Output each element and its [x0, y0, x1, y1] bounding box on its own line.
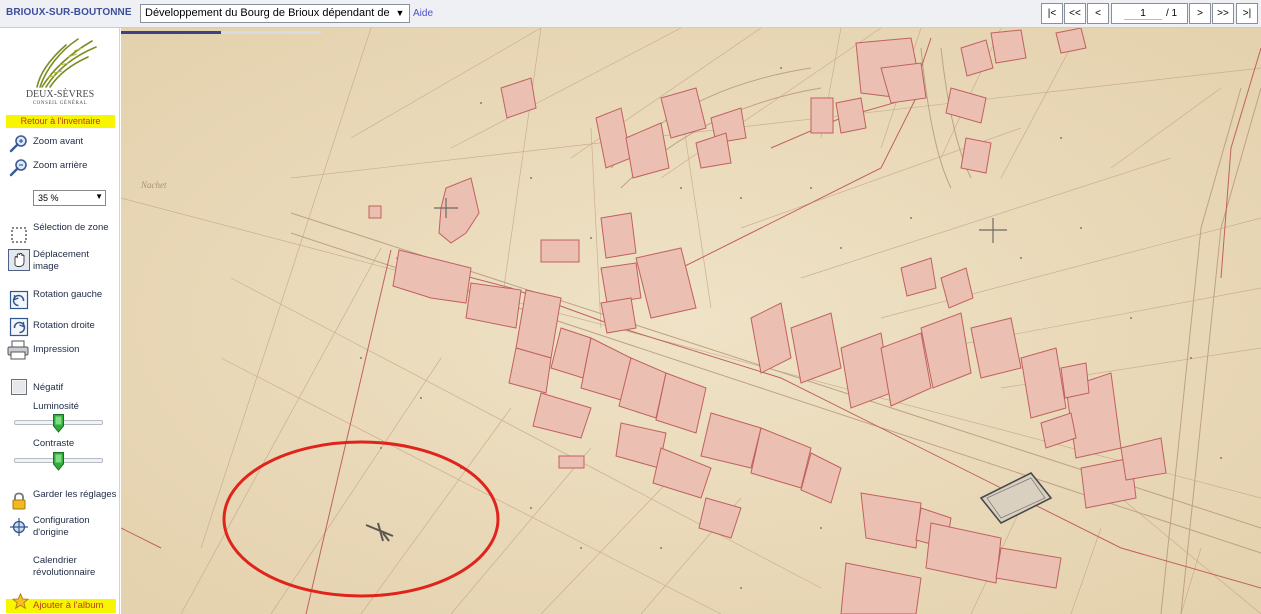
revolutionary-calendar-button[interactable]: Calendrier révolutionnaire — [0, 555, 120, 581]
reset-crosshair-icon — [10, 518, 28, 536]
magnifier-plus-icon — [9, 135, 27, 153]
zoom-level-value: 35 % — [38, 193, 59, 203]
image-load-progress — [121, 31, 321, 34]
page-total: / 1 — [1166, 8, 1178, 19]
previous-page-button[interactable]: < — [1087, 3, 1109, 24]
map-viewport[interactable]: Nachet — [121, 28, 1261, 614]
reset-settings-button[interactable]: Configuration d'origine — [0, 514, 120, 540]
document-select[interactable]: Développement du Bourg de Brioux dépenda… — [140, 4, 410, 23]
top-toolbar: BRIOUX-SUR-BOUTONNE Développement du Bou… — [0, 0, 1261, 28]
previous-fast-button[interactable]: << — [1064, 3, 1086, 24]
chevron-down-icon: ▼ — [95, 192, 103, 201]
cadastre-viewer-app: BRIOUX-SUR-BOUTONNE Développement du Bou… — [0, 0, 1261, 614]
keep-settings-button[interactable]: Garder les réglages — [0, 488, 120, 514]
last-page-button[interactable]: >| — [1236, 3, 1258, 24]
negative-label: Négatif — [33, 382, 64, 393]
star-icon — [12, 593, 29, 610]
padlock-icon — [12, 492, 26, 510]
logo-subtitle: CONSEIL GÉNÉRAL — [32, 101, 88, 106]
rotate-left-icon — [9, 290, 29, 310]
rotate-right-icon — [9, 317, 29, 337]
reset-settings-label: Configuration d'origine — [33, 515, 90, 538]
rotate-right-button[interactable]: Rotation droite — [0, 317, 120, 338]
first-page-button[interactable]: |< — [1041, 3, 1063, 24]
document-select-value: Développement du Bourg de Brioux dépenda… — [145, 7, 390, 19]
selection-marquee-icon — [11, 227, 27, 243]
next-page-button[interactable]: > — [1189, 3, 1211, 24]
site-title: BRIOUX-SUR-BOUTONNE — [6, 7, 132, 18]
rotate-left-label: Rotation gauche — [33, 289, 103, 300]
next-fast-button[interactable]: >> — [1212, 3, 1234, 24]
chevron-down-icon: ▼ — [391, 5, 409, 22]
checkbox-icon[interactable] — [11, 379, 27, 395]
hand-icon — [8, 249, 30, 271]
pan-image-label: Déplacement image — [33, 249, 89, 272]
image-load-progress-fill — [121, 31, 221, 34]
logo-name: DEUX-SÈVRES — [25, 89, 95, 100]
deux-sevres-logo: DEUX-SÈVRES CONSEIL GÉNÉRAL — [22, 37, 98, 111]
add-to-album-button[interactable]: Ajouter à l'album — [6, 593, 116, 613]
brightness-slider-thumb[interactable] — [53, 414, 64, 433]
brightness-label: Luminosité — [33, 401, 79, 412]
page-number-input[interactable] — [1124, 7, 1162, 20]
negative-toggle[interactable]: Négatif — [0, 379, 120, 397]
tool-sidebar: DEUX-SÈVRES CONSEIL GÉNÉRAL Retour à l'i… — [0, 28, 120, 614]
select-zone-button[interactable]: Sélection de zone — [0, 221, 120, 247]
printer-icon — [7, 340, 29, 360]
print-label: Impression — [33, 344, 80, 355]
zoom-out-button[interactable]: Zoom arrière — [0, 158, 120, 178]
map-annotation: Nachet — [140, 180, 167, 190]
zoom-out-label: Zoom arrière — [33, 160, 88, 171]
page-indicator: / 1 — [1111, 3, 1188, 24]
add-to-album-label: Ajouter à l'album — [33, 600, 104, 611]
keep-settings-label: Garder les réglages — [33, 489, 117, 500]
contrast-slider-thumb[interactable] — [53, 452, 64, 471]
pan-image-button[interactable]: Déplacement image — [0, 248, 120, 274]
help-link[interactable]: Aide — [413, 8, 433, 19]
cadastral-map-image[interactable]: Nachet — [121, 28, 1261, 614]
zoom-level-select[interactable]: 35 % ▼ — [33, 190, 106, 206]
magnifier-minus-icon — [9, 159, 27, 177]
print-button[interactable]: Impression — [0, 340, 120, 362]
rotate-right-label: Rotation droite — [33, 320, 95, 331]
rotate-left-button[interactable]: Rotation gauche — [0, 288, 120, 314]
back-to-inventory-link[interactable]: Retour à l'inventaire — [6, 115, 115, 128]
zoom-in-label: Zoom avant — [33, 136, 84, 147]
zoom-in-button[interactable]: Zoom avant — [0, 134, 120, 154]
select-zone-label: Sélection de zone — [33, 222, 109, 233]
revolutionary-calendar-label: Calendrier révolutionnaire — [33, 555, 96, 578]
contrast-label: Contraste — [33, 438, 75, 449]
wheat-logo-icon — [36, 38, 97, 88]
